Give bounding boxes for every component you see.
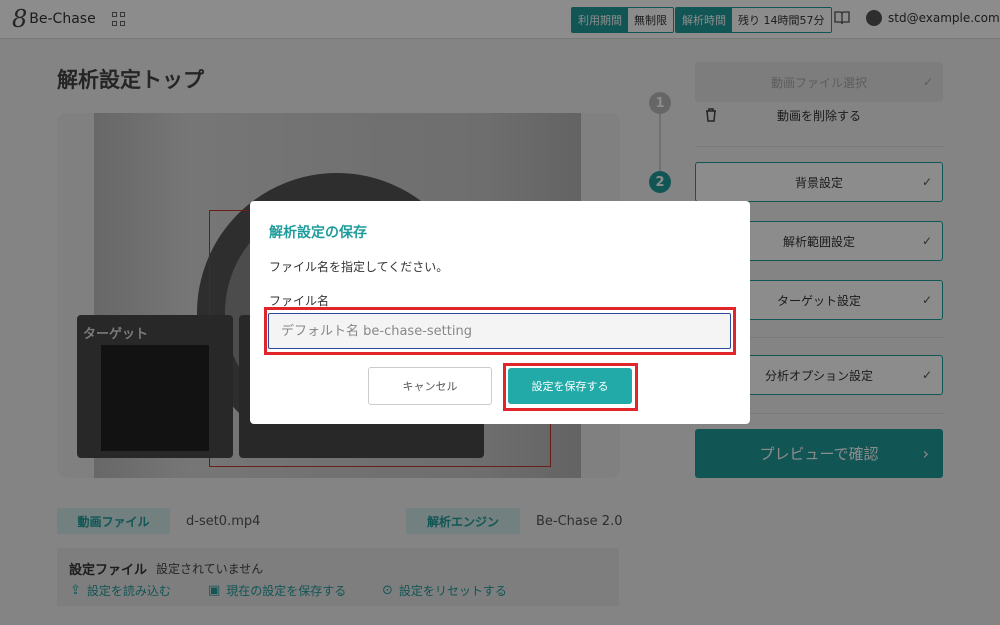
dialog-title: 解析設定の保存 bbox=[269, 225, 367, 241]
filename-highlight bbox=[264, 307, 736, 355]
save-button-highlight bbox=[503, 363, 638, 411]
save-settings-dialog: 解析設定の保存 ファイル名を指定してください。 ファイル名 キャンセル 設定を保… bbox=[250, 201, 750, 424]
dialog-description: ファイル名を指定してください。 bbox=[269, 260, 449, 274]
cancel-button[interactable]: キャンセル bbox=[368, 367, 492, 405]
